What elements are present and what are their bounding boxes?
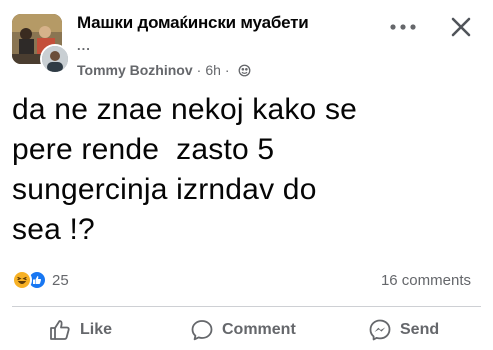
globe-icon [238,64,250,76]
comment-label: Comment [222,321,296,338]
comments-count-link[interactable]: 16 comments [381,272,471,289]
reaction-icons [12,270,47,290]
group-name-link[interactable]: Машки домаќински муабети [77,13,309,33]
post-time-link[interactable]: 6h [205,62,221,78]
post-actions-bar: Like Comment Send [0,310,493,348]
close-button[interactable] [446,12,476,42]
haha-reaction-icon [12,270,32,290]
meta-separator: · [196,62,202,78]
send-label: Send [400,321,440,338]
thumbs-up-outline-icon [50,320,70,340]
actions-divider [12,306,481,307]
like-button[interactable]: Like [48,316,112,344]
reactions-summary[interactable]: 25 [12,270,69,290]
avatar-group[interactable] [12,14,70,74]
meta-separator-2: · [224,62,230,78]
like-label: Like [80,321,113,338]
group-name-overflow: ... [77,38,91,53]
post-body-text: da ne znae nekoj kako se pere rende zast… [12,93,358,246]
comment-button[interactable]: Comment [190,316,296,344]
close-icon [451,17,471,37]
reaction-count: 25 [52,271,69,289]
comment-bubble-icon [191,320,213,341]
author-photo-icon [42,46,68,72]
post-meta: Tommy Bozhinov · 6h · [77,62,251,78]
post-card: Машки домаќински муабети ... Tommy Bozhi… [0,0,493,350]
author-name-link[interactable]: Tommy Bozhinov [77,62,193,78]
haha-face-icon [17,276,27,284]
send-button[interactable]: Send [368,316,439,344]
messenger-icon [369,319,391,341]
thumbs-up-icon [33,276,42,284]
more-icon [390,24,416,30]
more-options-button[interactable] [386,14,420,40]
author-avatar[interactable] [40,44,70,74]
